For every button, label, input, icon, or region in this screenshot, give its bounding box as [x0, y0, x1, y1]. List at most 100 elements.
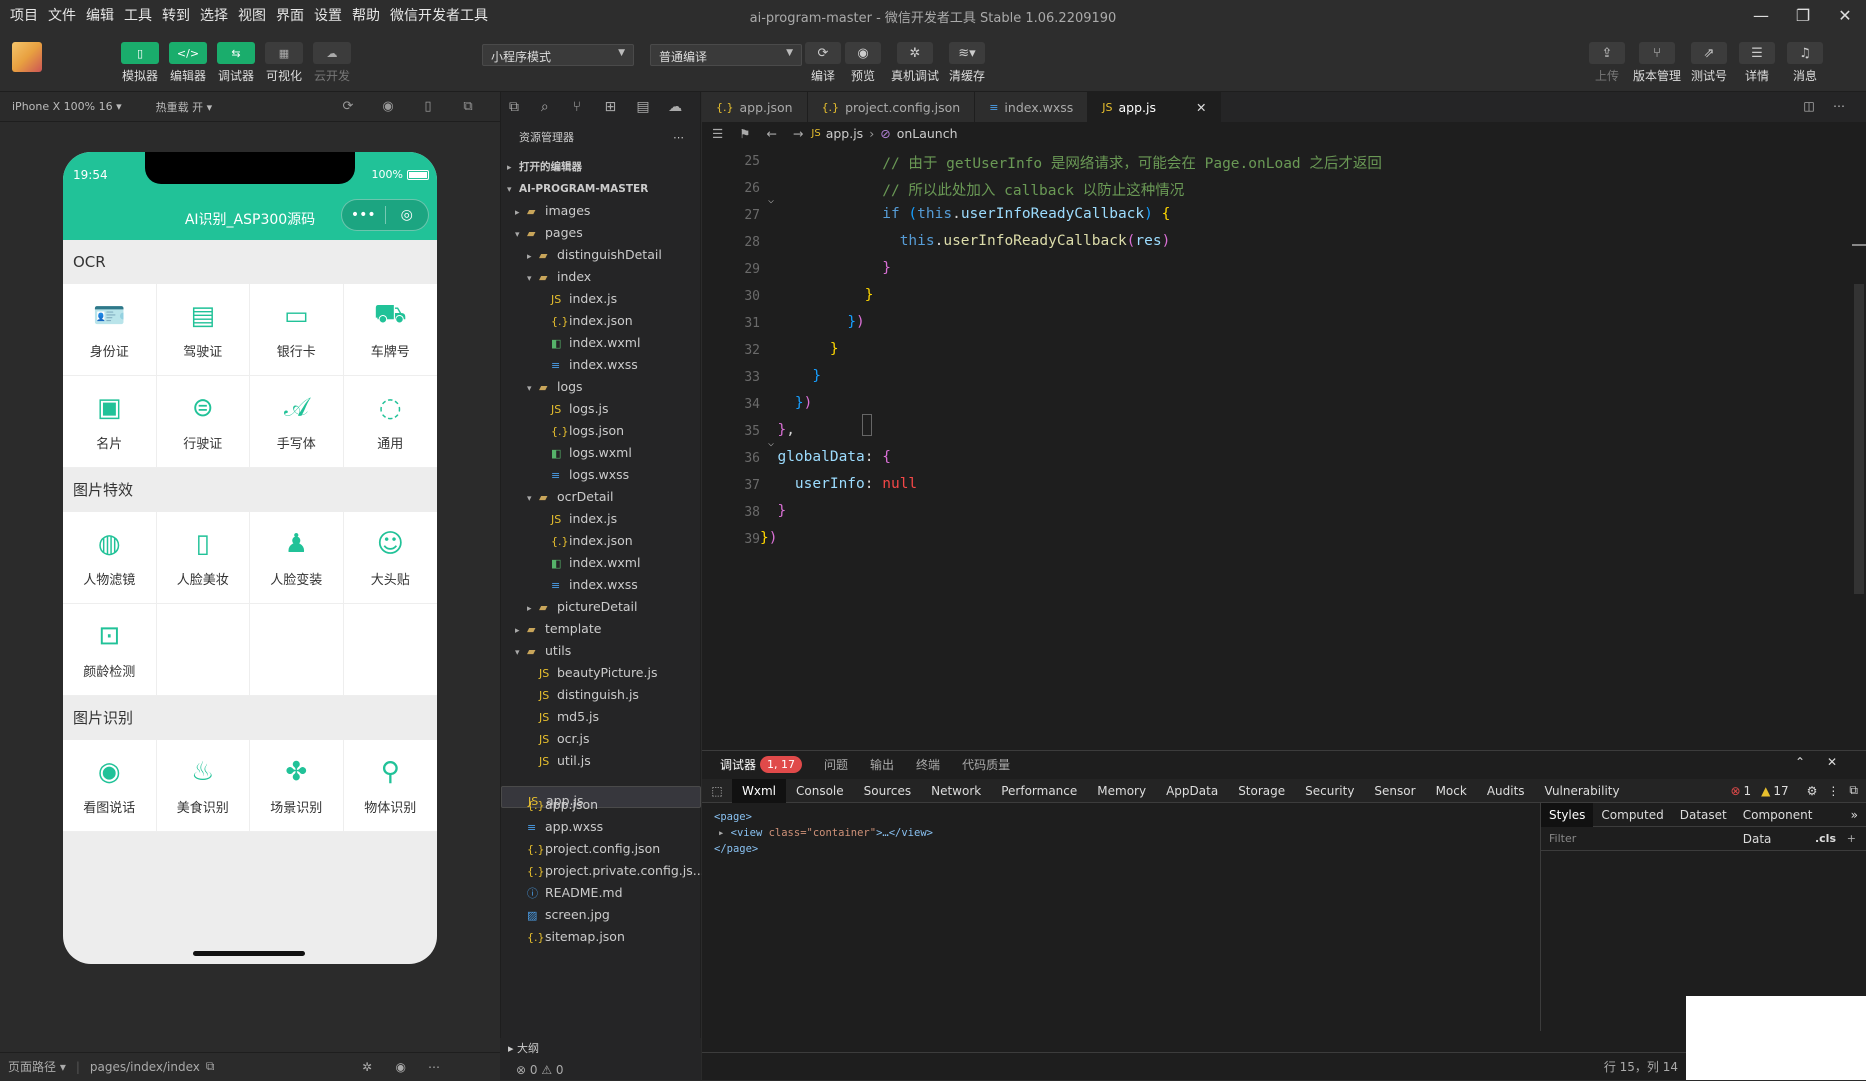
tree-item[interactable]: JS distinguish.js [501, 684, 701, 706]
chevron-right-icon[interactable]: » [1843, 803, 1866, 827]
minimize-icon[interactable]: — [1740, 0, 1782, 30]
tree-item[interactable]: ▸ ▰ pictureDetail [501, 596, 701, 618]
tree-item[interactable]: ▾ ▰ utils [501, 640, 701, 662]
grid-cell[interactable]: ⛟ 车牌号 [343, 284, 437, 376]
tree-item[interactable]: ▾ ▰ pages [501, 222, 701, 244]
bookmark-icon[interactable]: ⚑ [739, 126, 750, 141]
settings-icon[interactable]: ✲ [362, 1060, 372, 1074]
storage-icon[interactable]: ▤ [636, 99, 668, 115]
styles-tab[interactable]: Dataset [1672, 803, 1735, 827]
grid-cell[interactable]: ♨ 美食识别 [156, 740, 250, 832]
grid-cell[interactable]: ☺ 大头贴 [343, 512, 437, 604]
menu-item[interactable]: 工具 [124, 5, 152, 25]
devtools-tab[interactable]: Sources [854, 779, 921, 803]
grid-cell[interactable]: ◍ 人物滤镜 [63, 512, 157, 604]
breadcrumb-function[interactable]: onLaunch [897, 126, 958, 141]
tree-item[interactable]: {.}index.json [501, 530, 701, 552]
cursor-position[interactable]: 行 15，列 14 [1604, 1053, 1678, 1081]
devtools-tab[interactable]: Mock [1426, 779, 1477, 803]
grid-cell[interactable]: ⊜ 行驶证 [156, 376, 250, 468]
tree-item[interactable]: ≡ index.wxss [501, 574, 701, 596]
capsule-button[interactable]: ••• ◎ [341, 199, 429, 231]
twisty-icon[interactable]: ▾ [515, 224, 527, 246]
grid-cell[interactable]: ▣ 名片 [63, 376, 157, 468]
grid-cell[interactable]: ▤ 驾驶证 [156, 284, 250, 376]
copy-icon[interactable]: ⧉ [206, 1059, 215, 1074]
problem-counter[interactable]: ⊗ 0 ⚠ 0 [500, 1060, 701, 1080]
debugger-button[interactable]: ⇆ 调试器 [214, 42, 258, 84]
tree-item[interactable]: JS md5.js [501, 706, 701, 728]
avatar[interactable] [12, 42, 42, 72]
tree-item[interactable]: ▨ screen.jpg [501, 904, 701, 926]
message-button[interactable]: ♫ 消息 [1780, 42, 1830, 84]
detail-button[interactable]: ☰ 详情 [1732, 42, 1782, 84]
tree-item[interactable]: JS index.js [501, 288, 701, 310]
devtools-tab[interactable]: Audits [1477, 779, 1535, 803]
devtools-tab[interactable]: Vulnerability [1535, 779, 1630, 803]
twisty-icon[interactable]: ▾ [515, 642, 527, 664]
phone-icon[interactable]: ▯ [408, 99, 448, 114]
tree-item[interactable]: ▸ ▰ template [501, 618, 701, 640]
more-icon[interactable]: ⋯ [1824, 99, 1854, 113]
menu-item[interactable]: 设置 [314, 5, 342, 25]
grid-cell[interactable]: ▭ 银行卡 [250, 284, 344, 376]
editor-tab[interactable]: {.} project.config.json [807, 92, 976, 122]
scrollbar[interactable] [1854, 284, 1864, 594]
outline-section[interactable]: ▸ 大纲 [500, 1038, 701, 1060]
grid-cell[interactable]: ◉ 看图说话 [63, 740, 157, 832]
more-icon[interactable]: ••• [342, 207, 385, 223]
styles-filter[interactable]: Filter .cls + [1541, 827, 1866, 851]
kebab-icon[interactable]: ⋮ [1827, 784, 1839, 798]
close-circle-icon[interactable]: ◎ [386, 207, 429, 223]
test-button[interactable]: ⇗ 测试号 [1684, 42, 1734, 84]
debug-tab[interactable]: 输出 [870, 756, 894, 773]
cloud-icon[interactable]: ☁ [668, 99, 700, 115]
menu-item[interactable]: 转到 [162, 5, 190, 25]
cloud-button[interactable]: ☁ 云开发 [310, 42, 354, 84]
grid-cell[interactable]: ⊡ 颜龄检测 [63, 604, 157, 696]
record-icon[interactable]: ◉ [368, 99, 408, 114]
devtools-tab[interactable]: Storage [1228, 779, 1295, 803]
tree-item[interactable]: ▾ ▰ logs [501, 376, 701, 398]
grid-cell[interactable]: ✤ 场景识别 [250, 740, 344, 832]
list-icon[interactable]: ☰ [712, 126, 723, 141]
tree-item[interactable]: {.}logs.json [501, 420, 701, 442]
real-debug-button[interactable]: ✲ 真机调试 [890, 42, 940, 84]
popout-icon[interactable]: ⧉ [448, 99, 488, 114]
device-select[interactable]: iPhone X 100% 16 ▾ [12, 100, 122, 113]
devtools-tab[interactable]: Sensor [1364, 779, 1425, 803]
tree-item[interactable]: ▾ ▰ ocrDetail [501, 486, 701, 508]
gear-icon[interactable]: ⚙ [1807, 784, 1818, 798]
debug-tab[interactable]: 终端 [916, 756, 940, 773]
add-icon[interactable]: + [1847, 832, 1856, 845]
devtools-tab[interactable]: Network [921, 779, 991, 803]
wxml-tree[interactable]: <page> ▸ <view class="container">…</view… [714, 809, 933, 857]
grid-cell[interactable]: ♟ 人脸变装 [250, 512, 344, 604]
code-editor[interactable]: ⌵ ⌵ 2425 // 由于 getUserInfo 是网络请求，可能会在 Pa… [702, 144, 1866, 750]
menu-item[interactable]: 编辑 [86, 5, 114, 25]
undock-icon[interactable]: ⧉ [1849, 783, 1858, 798]
cls-toggle[interactable]: .cls [1815, 832, 1836, 845]
menu-item[interactable]: 项目 [10, 5, 38, 25]
more-icon[interactable]: ⋯ [428, 1060, 440, 1074]
twisty-icon[interactable]: ▾ [527, 488, 539, 510]
warning-count[interactable]: 17 [1773, 784, 1788, 798]
tree-item[interactable]: JS ocr.js [501, 728, 701, 750]
preview-button[interactable]: ◉ 预览 [838, 42, 888, 84]
tree-item[interactable]: ◧ index.wxml [501, 552, 701, 574]
tree-item[interactable]: JS util.js [501, 750, 701, 772]
tree-item[interactable]: {.}project.private.config.js... [501, 860, 705, 882]
tree-item[interactable]: {.}sitemap.json [501, 926, 701, 948]
tree-item[interactable]: {.}project.config.json [501, 838, 701, 860]
grid-cell[interactable]: 🪪 身份证 [63, 284, 157, 376]
search-icon[interactable]: ⌕ [541, 99, 573, 115]
debug-tab[interactable]: 代码质量 [962, 756, 1010, 773]
simulator-button[interactable]: ▯ 模拟器 [118, 42, 162, 84]
eye-icon[interactable]: ◉ [396, 1060, 406, 1074]
rotate-icon[interactable]: ⟳ [328, 99, 368, 114]
maximize-icon[interactable]: ❐ [1782, 0, 1824, 30]
editor-button[interactable]: </> 编辑器 [166, 42, 210, 84]
twisty-icon[interactable]: ▸ [515, 202, 527, 224]
tree-item[interactable]: ≡ index.wxss [501, 354, 701, 376]
version-button[interactable]: ⑂ 版本管理 [1632, 42, 1682, 84]
